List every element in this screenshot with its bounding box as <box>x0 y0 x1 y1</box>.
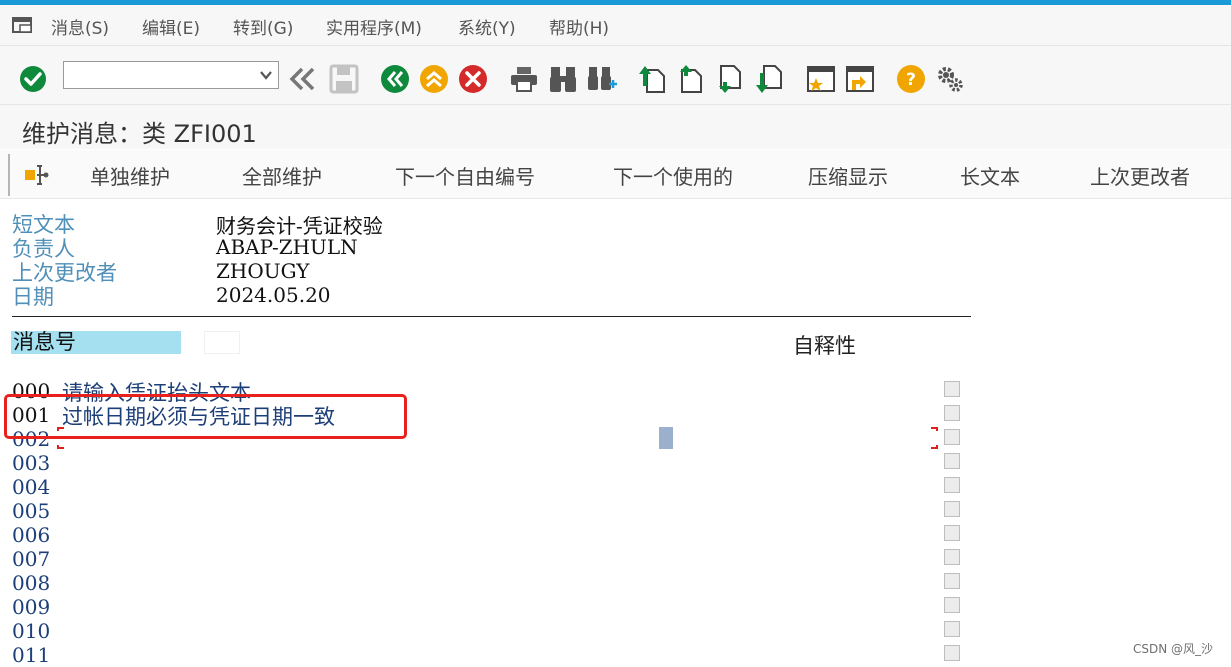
text-cursor <box>659 427 673 449</box>
table-row: 006 <box>0 523 1231 547</box>
find-next-icon[interactable] <box>587 64 617 94</box>
column-header-message-number[interactable]: 消息号 <box>11 331 181 354</box>
self-explanatory-checkbox[interactable] <box>944 501 960 517</box>
column-header-self-explanatory: 自释性 <box>793 334 856 358</box>
menu-bar: 消息(S) 编辑(E) 转到(G) 实用程序(M) 系统(Y) 帮助(H) <box>0 5 1231 46</box>
last-page-icon[interactable] <box>755 64 785 94</box>
compressed-display-button[interactable]: 压缩显示 <box>808 161 888 190</box>
table-row: 003 <box>0 451 1231 475</box>
self-explanatory-checkbox[interactable] <box>944 645 960 661</box>
shortcut-icon[interactable] <box>845 64 875 94</box>
self-explanatory-checkbox[interactable] <box>944 477 960 493</box>
first-page-icon[interactable] <box>638 64 668 94</box>
table-row: 009 <box>0 595 1231 619</box>
table-row: 004 <box>0 475 1231 499</box>
maintain-all-button[interactable]: 全部维护 <box>242 161 322 190</box>
enter-icon[interactable] <box>18 64 48 94</box>
table-row: 010 <box>0 619 1231 643</box>
table-row: 007 <box>0 547 1231 571</box>
message-number: 010 <box>12 619 51 643</box>
self-explanatory-checkbox[interactable] <box>944 429 960 445</box>
self-explanatory-checkbox[interactable] <box>944 573 960 589</box>
edit-bracket-left-icon <box>56 427 65 449</box>
command-dropdown-icon[interactable] <box>259 67 273 86</box>
message-number: 007 <box>12 547 51 571</box>
message-number: 009 <box>12 595 51 619</box>
application-toolbar: 单独维护 全部维护 下一个自由编号 下一个使用的 压缩显示 长文本 上次更改者 <box>0 150 1231 199</box>
menu-help[interactable]: 帮助(H) <box>549 14 609 39</box>
collapse-icon[interactable] <box>288 64 318 94</box>
save-icon[interactable] <box>329 64 359 94</box>
self-explanatory-checkbox[interactable] <box>944 405 960 421</box>
help-icon[interactable]: ? <box>896 64 926 94</box>
long-text-button[interactable]: 长文本 <box>960 161 1020 190</box>
self-explanatory-checkbox[interactable] <box>944 381 960 397</box>
menu-edit[interactable]: 编辑(E) <box>142 14 200 39</box>
svg-text:?: ? <box>906 70 916 90</box>
table-row: 005 <box>0 499 1231 523</box>
message-number: 008 <box>12 571 51 595</box>
message-number: 011 <box>12 643 51 667</box>
last-changed-by-button[interactable]: 上次更改者 <box>1090 161 1190 190</box>
title-bar: 维护消息：类 ZFI001 <box>0 105 1231 149</box>
table-row: 008 <box>0 571 1231 595</box>
command-input[interactable] <box>68 63 252 89</box>
date-value: 2024.05.20 <box>216 283 331 307</box>
menu-system[interactable]: 系统(Y) <box>458 14 516 39</box>
menu-goto[interactable]: 转到(G) <box>233 14 293 39</box>
header-divider <box>12 316 971 317</box>
command-field[interactable] <box>63 61 279 89</box>
print-icon[interactable] <box>509 64 539 94</box>
self-explanatory-checkbox[interactable] <box>944 525 960 541</box>
table-row: 011 <box>0 643 1231 667</box>
display-change-icon[interactable] <box>24 163 50 191</box>
settings-icon[interactable] <box>935 64 965 94</box>
message-number-input[interactable] <box>204 331 240 354</box>
message-number: 005 <box>12 499 51 523</box>
watermark: CSDN @风_沙 <box>1132 642 1213 656</box>
message-number: 004 <box>12 475 51 499</box>
next-page-icon[interactable] <box>716 64 746 94</box>
individual-maintenance-button[interactable]: 单独维护 <box>90 161 170 190</box>
menu-toggle-icon[interactable] <box>12 16 34 34</box>
page-title: 维护消息：类 ZFI001 <box>22 120 257 148</box>
menu-utilities[interactable]: 实用程序(M) <box>326 14 422 39</box>
standard-toolbar: ? <box>0 46 1231 105</box>
back-icon[interactable] <box>380 64 410 94</box>
toolbar-separator <box>8 154 10 196</box>
next-free-number-button[interactable]: 下一个自由编号 <box>395 161 535 190</box>
self-explanatory-checkbox[interactable] <box>944 549 960 565</box>
message-number: 003 <box>12 451 51 475</box>
cancel-icon[interactable] <box>458 64 488 94</box>
menu-message[interactable]: 消息(S) <box>51 14 109 39</box>
responsible-value: ABAP-ZHULN <box>216 235 358 259</box>
create-session-icon[interactable] <box>806 64 836 94</box>
next-used-button[interactable]: 下一个使用的 <box>613 161 733 190</box>
edit-bracket-right-icon <box>930 427 939 449</box>
date-label: 日期 <box>12 285 54 309</box>
previous-page-icon[interactable] <box>677 64 707 94</box>
self-explanatory-checkbox[interactable] <box>944 597 960 613</box>
self-explanatory-checkbox[interactable] <box>944 453 960 469</box>
exit-icon[interactable] <box>419 64 449 94</box>
self-explanatory-checkbox[interactable] <box>944 621 960 637</box>
last-changed-by-value: ZHOUGY <box>216 259 310 283</box>
message-number: 006 <box>12 523 51 547</box>
find-icon[interactable] <box>548 64 578 94</box>
